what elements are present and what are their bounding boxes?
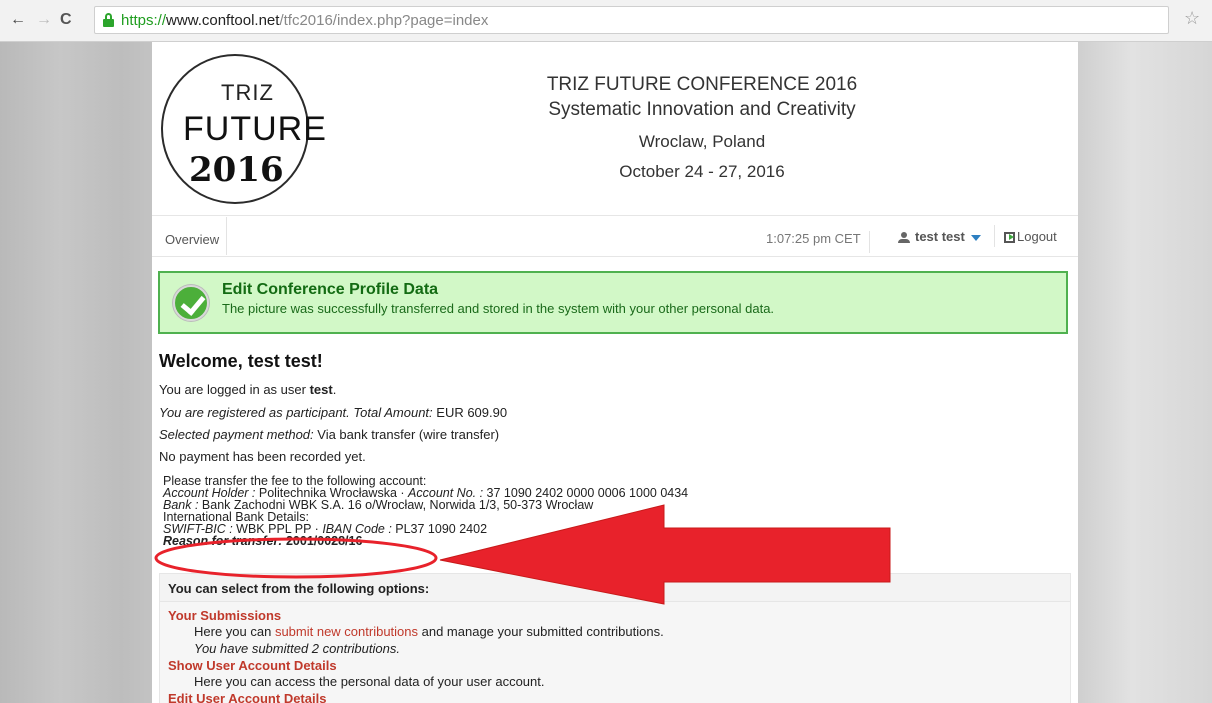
reload-icon[interactable]: C <box>60 12 72 28</box>
user-icon <box>898 231 910 244</box>
server-time: 1:07:25 pm CET <box>766 231 870 253</box>
registration-status: You are registered as participant. Total… <box>159 405 508 420</box>
alert-title: Edit Conference Profile Data <box>222 281 439 298</box>
forward-arrow-icon[interactable]: → <box>36 12 52 28</box>
user-menu[interactable]: test test <box>898 229 981 244</box>
page-content: TRIZ FUTURE 2016 TRIZ FUTURE CONFERENCE … <box>152 42 1078 703</box>
bank-details: Please transfer the fee to the following… <box>163 475 688 548</box>
welcome-heading: Welcome, test test! <box>159 351 323 371</box>
conference-title: TRIZ FUTURE CONFERENCE 2016 <box>546 74 858 95</box>
logout-button[interactable]: Logout <box>1004 229 1057 244</box>
login-status: You are logged in as user test. <box>159 382 337 397</box>
conference-location: Wroclaw, Poland <box>638 132 766 151</box>
back-arrow-icon[interactable]: ← <box>10 12 26 28</box>
payment-status: No payment has been recorded yet. <box>159 449 366 464</box>
alert-message: The picture was successfully transferred… <box>222 301 775 316</box>
logout-icon <box>1004 232 1015 244</box>
address-bar[interactable]: https://www.conftool.net/tfc2016/index.p… <box>94 6 1169 34</box>
conference-logo: TRIZ FUTURE 2016 <box>161 54 326 204</box>
conference-header: TRIZ FUTURE CONFERENCE 2016 Systematic I… <box>452 72 952 184</box>
options-panel: You can select from the following option… <box>159 573 1071 703</box>
url-text[interactable]: https://www.conftool.net/tfc2016/index.p… <box>121 12 488 29</box>
user-name: test test <box>915 229 965 244</box>
conference-dates: October 24 - 27, 2016 <box>619 162 785 181</box>
submissions-description: Here you can submit new contributions an… <box>194 624 664 639</box>
page-background-right <box>1078 42 1212 703</box>
success-alert: Edit Conference Profile Data The picture… <box>158 271 1068 334</box>
conference-subtitle: Systematic Innovation and Creativity <box>548 99 856 120</box>
options-header: You can select from the following option… <box>160 574 1070 602</box>
show-account-link[interactable]: Show User Account Details <box>168 658 337 673</box>
payment-method: Selected payment method: Via bank transf… <box>159 427 500 442</box>
top-nav: Overview 1:07:25 pm CET test test Logout <box>152 215 1078 257</box>
logout-label: Logout <box>1017 229 1057 244</box>
bookmark-star-icon[interactable]: ☆ <box>1184 9 1200 27</box>
transfer-reason: Reason for transfer: 2001/0028/16- <box>163 534 367 548</box>
browser-toolbar: ← → C https://www.conftool.net/tfc2016/i… <box>0 0 1212 42</box>
lock-icon <box>103 13 114 27</box>
nav-divider <box>994 225 995 247</box>
checkmark-icon <box>173 285 209 321</box>
your-submissions-link[interactable]: Your Submissions <box>168 608 281 623</box>
edit-account-link[interactable]: Edit User Account Details <box>168 691 326 703</box>
show-account-description: Here you can access the personal data of… <box>194 674 545 689</box>
chevron-down-icon <box>970 234 981 241</box>
submissions-count: You have submitted 2 contributions. <box>194 641 400 656</box>
tab-overview[interactable]: Overview <box>158 217 228 255</box>
submit-contributions-link[interactable]: submit new contributions <box>275 624 418 639</box>
